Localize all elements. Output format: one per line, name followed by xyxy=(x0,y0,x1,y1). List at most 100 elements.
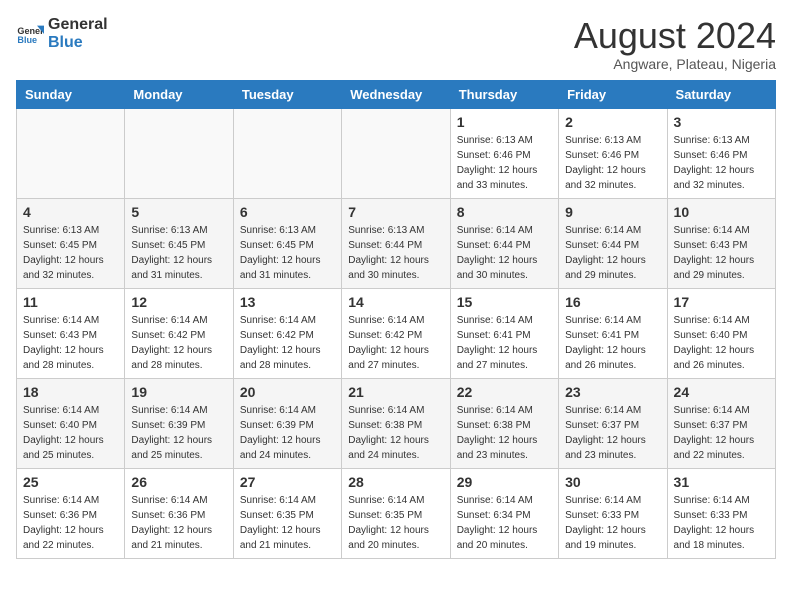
day-info: Sunrise: 6:14 AM Sunset: 6:35 PM Dayligh… xyxy=(240,493,335,553)
day-info: Sunrise: 6:14 AM Sunset: 6:41 PM Dayligh… xyxy=(565,313,660,373)
day-info: Sunrise: 6:14 AM Sunset: 6:39 PM Dayligh… xyxy=(240,403,335,463)
day-number: 28 xyxy=(348,474,443,490)
day-cell-9: 9Sunrise: 6:14 AM Sunset: 6:44 PM Daylig… xyxy=(559,198,667,288)
day-cell-20: 20 Sunrise: 6:14 AM Sunset: 6:39 PM Dayli… xyxy=(233,378,341,468)
day-info: Sunrise: 6:14 AM Sunset: 6:43 PM Dayligh… xyxy=(674,223,769,283)
day-number: 12 xyxy=(131,294,226,310)
day-info: Sunrise: 6:13 AM Sunset: 6:45 PM Dayligh… xyxy=(131,223,226,283)
day-cell-18: 18 Sunrise: 6:14 AM Sunset: 6:40 PM Dayli… xyxy=(17,378,125,468)
day-info: Sunrise: 6:14 AM Sunset: 6:42 PM Dayligh… xyxy=(240,313,335,373)
calendar-header-row: SundayMondayTuesdayWednesdayThursdayFrid… xyxy=(17,80,776,108)
day-cell-8: 8 Sunrise: 6:14 AM Sunset: 6:44 PM Daylig… xyxy=(450,198,558,288)
day-number: 15 xyxy=(457,294,552,310)
day-number: 13 xyxy=(240,294,335,310)
day-cell-29: 29Sunrise: 6:14 AM Sunset: 6:34 PM Dayli… xyxy=(450,468,558,558)
day-info: Sunrise: 6:13 AM Sunset: 6:45 PM Dayligh… xyxy=(23,223,118,283)
day-info: Sunrise: 6:14 AM Sunset: 6:36 PM Dayligh… xyxy=(23,493,118,553)
day-number: 29 xyxy=(457,474,552,490)
week-row-1: 1Sunrise: 6:13 AM Sunset: 6:46 PM Daylig… xyxy=(17,108,776,198)
header-monday: Monday xyxy=(125,80,233,108)
day-info: Sunrise: 6:14 AM Sunset: 6:41 PM Dayligh… xyxy=(457,313,552,373)
day-info: Sunrise: 6:14 AM Sunset: 6:40 PM Dayligh… xyxy=(23,403,118,463)
day-cell-26: 26Sunrise: 6:14 AM Sunset: 6:36 PM Dayli… xyxy=(125,468,233,558)
day-number: 7 xyxy=(348,204,443,220)
day-cell-11: 11 Sunrise: 6:14 AM Sunset: 6:43 PM Dayli… xyxy=(17,288,125,378)
header-thursday: Thursday xyxy=(450,80,558,108)
logo: General Blue General Blue xyxy=(16,16,108,51)
day-cell-28: 28 Sunrise: 6:14 AM Sunset: 6:35 PM Dayli… xyxy=(342,468,450,558)
day-cell-24: 24 Sunrise: 6:14 AM Sunset: 6:37 PM Dayli… xyxy=(667,378,775,468)
day-cell-21: 21Sunrise: 6:14 AM Sunset: 6:38 PM Dayli… xyxy=(342,378,450,468)
day-number: 3 xyxy=(674,114,769,130)
day-cell-14: 14Sunrise: 6:14 AM Sunset: 6:42 PM Dayli… xyxy=(342,288,450,378)
day-number: 27 xyxy=(240,474,335,490)
day-cell-7: 7 Sunrise: 6:13 AM Sunset: 6:44 PM Daylig… xyxy=(342,198,450,288)
day-info: Sunrise: 6:14 AM Sunset: 6:43 PM Dayligh… xyxy=(23,313,118,373)
day-number: 30 xyxy=(565,474,660,490)
week-row-4: 18 Sunrise: 6:14 AM Sunset: 6:40 PM Dayli… xyxy=(17,378,776,468)
header-friday: Friday xyxy=(559,80,667,108)
calendar-title: August 2024 xyxy=(574,16,776,56)
week-row-2: 4Sunrise: 6:13 AM Sunset: 6:45 PM Daylig… xyxy=(17,198,776,288)
calendar-table: SundayMondayTuesdayWednesdayThursdayFrid… xyxy=(16,80,776,559)
day-number: 20 xyxy=(240,384,335,400)
day-info: Sunrise: 6:14 AM Sunset: 6:39 PM Dayligh… xyxy=(131,403,226,463)
header-tuesday: Tuesday xyxy=(233,80,341,108)
day-info: Sunrise: 6:13 AM Sunset: 6:46 PM Dayligh… xyxy=(565,133,660,193)
logo-blue: Blue xyxy=(48,34,108,52)
day-cell-25: 25 Sunrise: 6:14 AM Sunset: 6:36 PM Dayli… xyxy=(17,468,125,558)
day-cell-12: 12 Sunrise: 6:14 AM Sunset: 6:42 PM Dayli… xyxy=(125,288,233,378)
day-cell-1: 1Sunrise: 6:13 AM Sunset: 6:46 PM Daylig… xyxy=(450,108,558,198)
day-number: 2 xyxy=(565,114,660,130)
day-number: 24 xyxy=(674,384,769,400)
day-number: 8 xyxy=(457,204,552,220)
empty-cell xyxy=(17,108,125,198)
day-number: 16 xyxy=(565,294,660,310)
day-info: Sunrise: 6:13 AM Sunset: 6:44 PM Dayligh… xyxy=(348,223,443,283)
day-info: Sunrise: 6:14 AM Sunset: 6:37 PM Dayligh… xyxy=(565,403,660,463)
day-info: Sunrise: 6:14 AM Sunset: 6:42 PM Dayligh… xyxy=(131,313,226,373)
day-number: 11 xyxy=(23,294,118,310)
day-number: 31 xyxy=(674,474,769,490)
day-cell-19: 19 Sunrise: 6:14 AM Sunset: 6:39 PM Dayli… xyxy=(125,378,233,468)
day-number: 9 xyxy=(565,204,660,220)
svg-text:Blue: Blue xyxy=(17,35,37,45)
empty-cell xyxy=(125,108,233,198)
day-number: 22 xyxy=(457,384,552,400)
day-cell-5: 5Sunrise: 6:13 AM Sunset: 6:45 PM Daylig… xyxy=(125,198,233,288)
day-info: Sunrise: 6:14 AM Sunset: 6:35 PM Dayligh… xyxy=(348,493,443,553)
day-cell-31: 31 Sunrise: 6:14 AM Sunset: 6:33 PM Dayli… xyxy=(667,468,775,558)
day-cell-27: 27 Sunrise: 6:14 AM Sunset: 6:35 PM Dayli… xyxy=(233,468,341,558)
day-number: 25 xyxy=(23,474,118,490)
logo-general: General xyxy=(48,16,108,34)
header-sunday: Sunday xyxy=(17,80,125,108)
day-cell-6: 6Sunrise: 6:13 AM Sunset: 6:45 PM Daylig… xyxy=(233,198,341,288)
day-cell-2: 2 Sunrise: 6:13 AM Sunset: 6:46 PM Daylig… xyxy=(559,108,667,198)
day-cell-10: 10Sunrise: 6:14 AM Sunset: 6:43 PM Dayli… xyxy=(667,198,775,288)
day-info: Sunrise: 6:14 AM Sunset: 6:36 PM Dayligh… xyxy=(131,493,226,553)
day-cell-4: 4Sunrise: 6:13 AM Sunset: 6:45 PM Daylig… xyxy=(17,198,125,288)
day-cell-3: 3 Sunrise: 6:13 AM Sunset: 6:46 PM Daylig… xyxy=(667,108,775,198)
day-info: Sunrise: 6:14 AM Sunset: 6:44 PM Dayligh… xyxy=(457,223,552,283)
day-cell-22: 22 Sunrise: 6:14 AM Sunset: 6:38 PM Dayli… xyxy=(450,378,558,468)
empty-cell xyxy=(342,108,450,198)
day-number: 23 xyxy=(565,384,660,400)
day-info: Sunrise: 6:14 AM Sunset: 6:40 PM Dayligh… xyxy=(674,313,769,373)
logo-icon: General Blue xyxy=(16,20,44,48)
week-row-5: 25 Sunrise: 6:14 AM Sunset: 6:36 PM Dayli… xyxy=(17,468,776,558)
empty-cell xyxy=(233,108,341,198)
day-info: Sunrise: 6:13 AM Sunset: 6:45 PM Dayligh… xyxy=(240,223,335,283)
day-number: 21 xyxy=(348,384,443,400)
day-cell-30: 30Sunrise: 6:14 AM Sunset: 6:33 PM Dayli… xyxy=(559,468,667,558)
day-number: 19 xyxy=(131,384,226,400)
day-cell-15: 15 Sunrise: 6:14 AM Sunset: 6:41 PM Dayli… xyxy=(450,288,558,378)
day-info: Sunrise: 6:14 AM Sunset: 6:37 PM Dayligh… xyxy=(674,403,769,463)
day-info: Sunrise: 6:14 AM Sunset: 6:38 PM Dayligh… xyxy=(457,403,552,463)
day-number: 18 xyxy=(23,384,118,400)
day-info: Sunrise: 6:14 AM Sunset: 6:33 PM Dayligh… xyxy=(674,493,769,553)
header-saturday: Saturday xyxy=(667,80,775,108)
day-cell-13: 13 Sunrise: 6:14 AM Sunset: 6:42 PM Dayli… xyxy=(233,288,341,378)
day-info: Sunrise: 6:13 AM Sunset: 6:46 PM Dayligh… xyxy=(674,133,769,193)
day-cell-17: 17 Sunrise: 6:14 AM Sunset: 6:40 PM Dayli… xyxy=(667,288,775,378)
day-number: 17 xyxy=(674,294,769,310)
